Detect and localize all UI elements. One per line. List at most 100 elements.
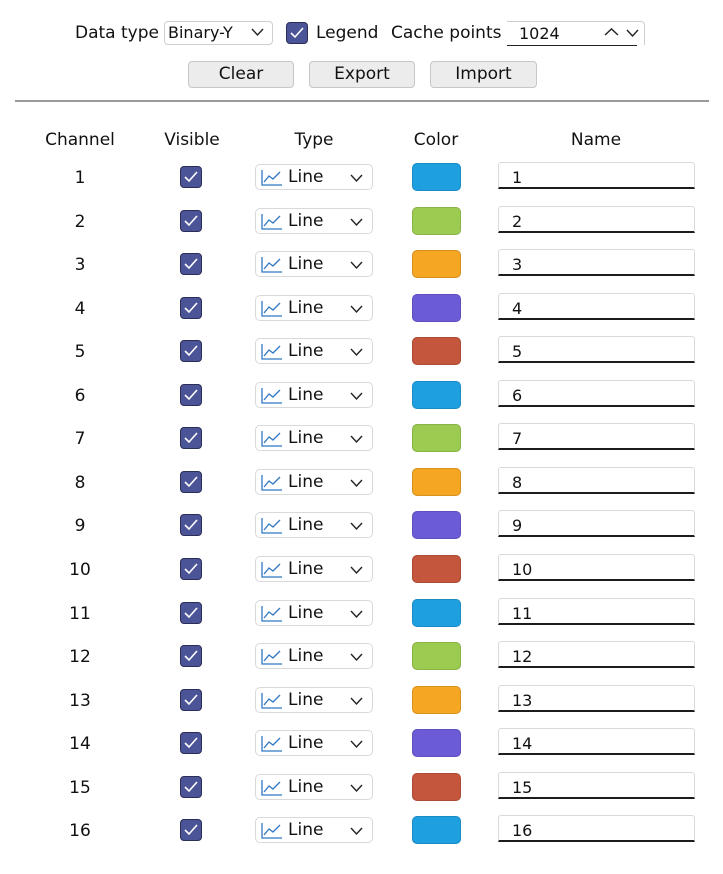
name-field[interactable]: 3 xyxy=(498,249,695,277)
channel-number: 9 xyxy=(74,516,86,537)
type-value: Line xyxy=(288,646,324,667)
type-dropdown[interactable]: Line xyxy=(255,599,373,626)
name-field[interactable]: 15 xyxy=(498,771,695,799)
name-field[interactable]: 16 xyxy=(498,815,695,843)
color-swatch[interactable] xyxy=(412,163,461,191)
name-field[interactable]: 13 xyxy=(498,684,695,712)
visible-checkbox[interactable] xyxy=(180,732,202,755)
type-dropdown[interactable]: Line xyxy=(255,555,373,582)
color-swatch[interactable] xyxy=(412,337,461,366)
name-field[interactable]: 7 xyxy=(498,423,695,451)
type-dropdown[interactable]: Line xyxy=(255,512,373,539)
color-swatch[interactable] xyxy=(412,206,461,235)
color-swatch[interactable] xyxy=(412,293,461,322)
type-dropdown[interactable]: Line xyxy=(255,773,373,800)
visible-checkbox[interactable] xyxy=(180,340,202,363)
visible-checkbox[interactable] xyxy=(180,427,202,450)
visible-checkbox[interactable] xyxy=(180,688,202,711)
name-value: 4 xyxy=(512,298,523,318)
type-dropdown[interactable]: Line xyxy=(255,817,373,844)
checkmark-icon xyxy=(184,824,198,836)
line-chart-icon xyxy=(261,213,282,230)
name-field[interactable]: 10 xyxy=(498,553,695,581)
color-swatch[interactable] xyxy=(412,642,461,671)
clear-button[interactable]: Clear xyxy=(188,61,294,88)
name-field[interactable]: 11 xyxy=(498,597,695,625)
name-value: 6 xyxy=(512,385,523,405)
channel-number: 12 xyxy=(69,647,91,668)
cache-points-label: Cache points xyxy=(391,23,502,43)
table-row: 2 Line 2 xyxy=(0,205,723,238)
name-field[interactable]: 14 xyxy=(498,728,695,756)
type-dropdown[interactable]: Line xyxy=(255,643,373,670)
name-field[interactable]: 8 xyxy=(498,466,695,494)
cache-points-spinner[interactable]: 1024 xyxy=(507,21,645,46)
color-swatch[interactable] xyxy=(412,816,461,845)
type-value: Line xyxy=(288,471,324,492)
color-swatch[interactable] xyxy=(412,554,461,583)
chevron-down-icon xyxy=(350,305,363,313)
name-field[interactable]: 5 xyxy=(498,336,695,364)
import-button[interactable]: Import xyxy=(430,61,537,88)
name-field[interactable]: 2 xyxy=(498,205,695,233)
channel-number: 14 xyxy=(69,734,91,755)
legend-checkbox[interactable] xyxy=(286,22,308,44)
chevron-up-icon[interactable] xyxy=(604,27,619,37)
name-value: 15 xyxy=(512,777,533,797)
type-dropdown[interactable]: Line xyxy=(255,251,373,278)
chevron-down-icon xyxy=(350,784,363,792)
table-row: 15 Line 15 xyxy=(0,771,723,804)
type-dropdown[interactable]: Line xyxy=(255,425,373,452)
checkmark-icon xyxy=(184,650,198,662)
type-dropdown[interactable]: Line xyxy=(255,730,373,757)
type-dropdown[interactable]: Line xyxy=(255,294,373,321)
type-dropdown[interactable]: Line xyxy=(255,207,373,234)
visible-checkbox[interactable] xyxy=(180,775,202,798)
name-field[interactable]: 4 xyxy=(498,292,695,320)
visible-checkbox[interactable] xyxy=(180,166,202,188)
visible-checkbox[interactable] xyxy=(180,209,202,232)
export-button[interactable]: Export xyxy=(309,61,415,88)
name-field[interactable]: 1 xyxy=(498,162,695,189)
checkmark-icon xyxy=(290,27,304,39)
table-row: 1 Line 1 xyxy=(0,162,723,194)
visible-checkbox[interactable] xyxy=(180,470,202,493)
visible-checkbox[interactable] xyxy=(180,645,202,668)
visible-checkbox[interactable] xyxy=(180,253,202,276)
table-row: 6 Line 6 xyxy=(0,379,723,412)
type-dropdown[interactable]: Line xyxy=(255,686,373,713)
chevron-down-icon xyxy=(350,522,363,531)
color-swatch[interactable] xyxy=(412,729,461,758)
chevron-down-icon[interactable] xyxy=(626,28,639,38)
checkmark-icon xyxy=(184,389,198,400)
table-row: 3 Line 3 xyxy=(0,249,723,281)
type-dropdown[interactable]: Line xyxy=(255,381,373,408)
table-row: 12 Line 12 xyxy=(0,641,723,673)
type-dropdown[interactable]: Line xyxy=(255,338,373,365)
visible-checkbox[interactable] xyxy=(180,296,202,319)
name-field[interactable]: 6 xyxy=(498,379,695,407)
visible-checkbox[interactable] xyxy=(180,514,202,537)
data-type-dropdown[interactable]: Binary-Y xyxy=(164,21,273,45)
visible-checkbox[interactable] xyxy=(180,557,202,580)
color-swatch[interactable] xyxy=(412,467,461,496)
color-swatch[interactable] xyxy=(412,250,461,279)
color-swatch[interactable] xyxy=(412,511,461,540)
color-swatch[interactable] xyxy=(412,772,461,801)
color-swatch[interactable] xyxy=(412,685,461,714)
checkmark-icon xyxy=(184,432,198,444)
channel-number: 4 xyxy=(74,298,86,319)
name-field[interactable]: 12 xyxy=(498,641,695,669)
name-field[interactable]: 9 xyxy=(498,510,695,538)
checkmark-icon xyxy=(184,345,198,357)
color-swatch[interactable] xyxy=(412,598,461,627)
type-dropdown[interactable]: Line xyxy=(255,164,373,190)
color-swatch[interactable] xyxy=(412,380,461,409)
color-swatch[interactable] xyxy=(412,424,461,453)
visible-checkbox[interactable] xyxy=(180,819,202,842)
type-dropdown[interactable]: Line xyxy=(255,468,373,495)
visible-checkbox[interactable] xyxy=(180,601,202,624)
name-value: 16 xyxy=(512,821,533,841)
visible-checkbox[interactable] xyxy=(180,383,202,406)
channel-number: 13 xyxy=(69,690,91,711)
